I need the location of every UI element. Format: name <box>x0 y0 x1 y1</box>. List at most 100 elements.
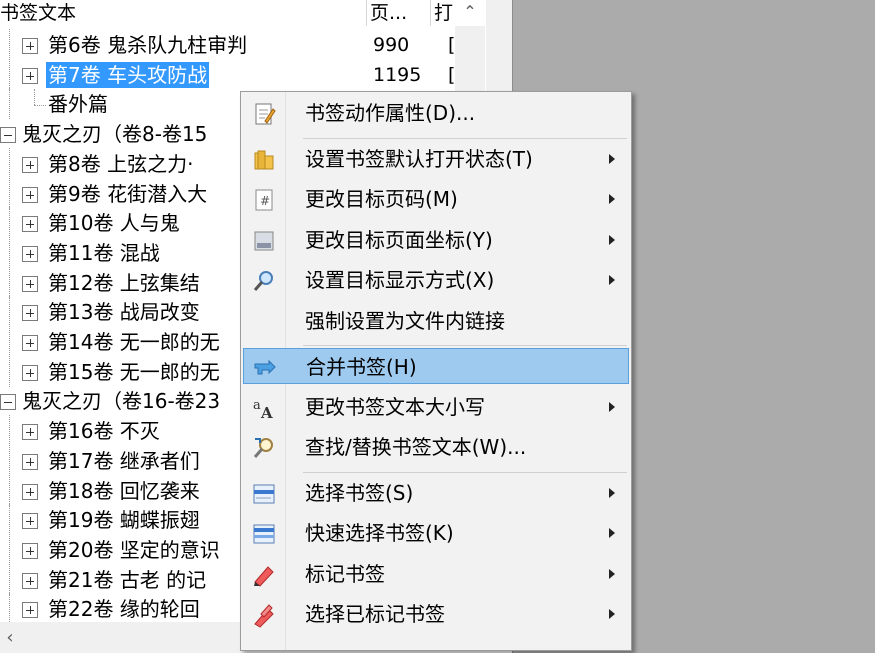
expand-icon[interactable] <box>22 38 38 54</box>
column-divider[interactable] <box>366 0 367 26</box>
bookmark-label[interactable]: 第15卷 无一郎的无 <box>46 359 222 385</box>
menu-item-change-target-page[interactable]: # 更改目标页码(M) <box>243 181 629 217</box>
menu-item-find-replace[interactable]: 查找/替换书签文本(W)... <box>243 429 629 465</box>
bookmark-label[interactable]: 第22卷 缘的轮回 <box>46 596 202 622</box>
submenu-arrow-icon <box>609 528 615 538</box>
menu-item-change-target-coords[interactable]: 更改目标页面坐标(Y) <box>243 222 629 258</box>
find-replace-icon <box>251 435 277 461</box>
menu-item-mark-bookmarks[interactable]: 标记书签 <box>243 556 629 592</box>
bookmark-page-number: 1195 <box>373 63 422 86</box>
menu-item-label: 快速选择书签(K) <box>305 521 454 545</box>
bookmark-label[interactable]: 番外篇 <box>46 91 110 117</box>
column-header-open[interactable]: 打 <box>434 0 454 26</box>
menu-item-label: 更改目标页码(M) <box>305 187 458 211</box>
bookmark-label[interactable]: 第10卷 人与鬼 <box>46 210 182 236</box>
expand-icon[interactable] <box>22 305 38 322</box>
expand-icon[interactable] <box>22 245 38 262</box>
notepad-icon <box>251 101 277 127</box>
bookmark-label[interactable]: 第18卷 回忆袭来 <box>46 478 202 504</box>
expand-icon[interactable] <box>22 572 38 589</box>
expand-icon[interactable] <box>22 156 38 173</box>
page-coords-icon <box>251 228 277 254</box>
expand-icon[interactable] <box>22 602 38 619</box>
menu-item-change-case[interactable]: a A 更改书签文本大小写 <box>243 389 629 425</box>
bookmark-label[interactable]: 第6卷 鬼杀队九柱审判 <box>46 32 249 58</box>
submenu-arrow-icon <box>609 153 615 164</box>
submenu-arrow-icon <box>609 568 615 579</box>
bookmark-label[interactable]: 鬼灭之刃（卷8-卷15 <box>20 121 209 147</box>
bookmark-label[interactable]: 第12卷 上弦集结 <box>46 270 202 296</box>
tree-row[interactable]: 第7卷 车头攻防战 1195[ <box>0 58 455 90</box>
menu-item-select-bookmarks[interactable]: 选择书签(S) <box>243 475 629 511</box>
bookmark-label[interactable]: 第9卷 花街潜入大 <box>46 181 209 207</box>
tree-guide-line <box>9 58 10 90</box>
bookmark-label[interactable]: 第16卷 不灭 <box>46 418 162 444</box>
column-header-page[interactable]: 页... <box>370 0 428 26</box>
tree-guide-line <box>9 415 10 447</box>
menu-item-merge-bookmarks[interactable]: 合并书签(H) <box>243 348 629 384</box>
tree-header: 书签文本 页... 打 ⌃ <box>0 0 512 27</box>
expand-icon[interactable] <box>22 275 38 292</box>
menu-item-force-internal-link[interactable]: 强制设置为文件内链接 <box>243 303 629 339</box>
select-list-icon <box>251 481 277 507</box>
magnifier-icon <box>251 268 277 294</box>
menu-separator <box>303 345 627 346</box>
menu-item-label: 更改书签文本大小写 <box>305 394 485 419</box>
submenu-arrow-icon <box>609 401 615 412</box>
tree-guide-line <box>9 88 10 120</box>
tree-guide-line <box>9 29 10 60</box>
bookmark-label[interactable]: 鬼灭之刃（卷16-卷23 <box>20 388 222 414</box>
tree-guide-line <box>9 207 10 239</box>
expand-icon[interactable] <box>22 216 38 233</box>
expand-icon[interactable] <box>22 453 38 470</box>
bookmark-label[interactable]: 第20卷 坚定的意识 <box>46 537 222 563</box>
scroll-left-icon[interactable]: ‹ <box>0 622 20 653</box>
tree-guide-line <box>9 266 10 298</box>
collapse-icon[interactable] <box>0 394 16 411</box>
menu-item-label: 强制设置为文件内链接 <box>305 308 505 333</box>
bookmark-label[interactable]: 第14卷 无一郎的无 <box>46 329 222 355</box>
bookmark-label[interactable]: 第21卷 古老 的记 <box>46 567 208 593</box>
submenu-arrow-icon <box>609 609 615 619</box>
menu-item-bookmark-action-properties[interactable]: 书签动作属性(D)... <box>243 95 629 131</box>
tree-guide-line <box>9 563 10 595</box>
context-menu: 书签动作属性(D)... 设置书签默认打开状态(T) # 更改目标页码(M) 更改目标页… <box>240 91 632 651</box>
tree-guide-line <box>9 444 10 476</box>
bookmark-label[interactable]: 第7卷 车头攻防战 <box>46 61 210 88</box>
menu-item-label: 选择书签(S) <box>305 480 414 505</box>
expand-icon[interactable] <box>22 186 38 203</box>
tree-guide-line <box>9 236 10 268</box>
menu-item-select-marked-bookmarks[interactable]: 选择已标记书签 <box>243 596 629 632</box>
column-divider[interactable] <box>430 0 431 26</box>
collapse-icon[interactable] <box>0 127 16 144</box>
svg-text:#: # <box>260 194 270 208</box>
expand-icon[interactable] <box>22 513 38 530</box>
bookmark-label[interactable]: 第19卷 蝴蝶振翅 <box>46 507 202 533</box>
submenu-arrow-icon <box>609 194 615 204</box>
tree-leaf-line <box>34 105 46 107</box>
bookmark-label[interactable]: 第8卷 上弦之力· <box>46 151 195 177</box>
scroll-up-icon[interactable]: ⌃ <box>455 0 485 26</box>
column-header-text[interactable]: 书签文本 <box>0 0 365 26</box>
menu-item-label: 设置书签默认打开状态(T) <box>305 146 533 171</box>
submenu-arrow-icon <box>609 487 615 498</box>
menu-separator <box>303 471 627 473</box>
submenu-arrow-icon <box>609 234 615 245</box>
expand-icon[interactable] <box>22 542 38 559</box>
menu-item-quick-select-bookmarks[interactable]: 快速选择书签(K) <box>243 515 629 551</box>
bookmark-label[interactable]: 第11卷 混战 <box>46 240 162 266</box>
expand-icon[interactable] <box>22 67 38 84</box>
tree-row[interactable]: 第6卷 鬼杀队九柱审判 990[ <box>0 29 455 60</box>
menu-item-label: 查找/替换书签文本(W)... <box>305 435 527 459</box>
bookmark-label[interactable]: 第17卷 继承者们 <box>46 448 202 474</box>
tree-guide-line <box>9 147 10 179</box>
svg-text:a: a <box>253 398 261 413</box>
menu-item-set-default-open-state[interactable]: 设置书签默认打开状态(T) <box>243 141 629 177</box>
expand-icon[interactable] <box>22 364 38 381</box>
expand-icon[interactable] <box>22 424 38 441</box>
expand-icon[interactable] <box>22 483 38 500</box>
menu-item-label: 设置目标显示方式(X) <box>305 268 495 292</box>
bookmark-label[interactable]: 第13卷 战局改变 <box>46 299 202 325</box>
expand-icon[interactable] <box>22 335 38 351</box>
menu-item-set-target-display[interactable]: 设置目标显示方式(X) <box>243 262 629 298</box>
